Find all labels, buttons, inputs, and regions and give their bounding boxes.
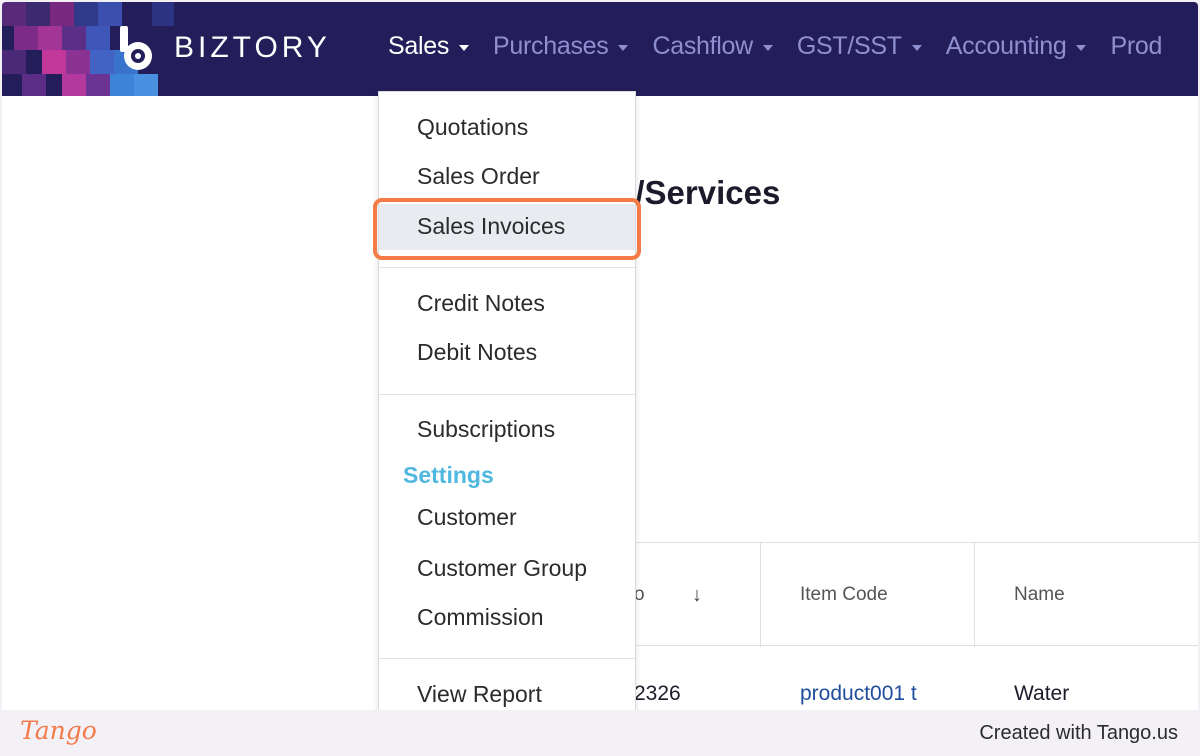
menu-item-sales-order[interactable]: Sales Order [417, 163, 540, 190]
nav-purchases[interactable]: Purchases [493, 32, 629, 61]
nav-cashflow[interactable]: Cashflow [652, 32, 773, 61]
header-col-id[interactable]: o ↓ [634, 543, 760, 647]
menu-divider [379, 394, 635, 395]
nav-cashflow-label: Cashflow [652, 32, 753, 60]
main-nav: Sales Purchases Cashflow GST/SST Account… [388, 32, 1186, 61]
menu-divider [379, 658, 635, 659]
menu-item-quotations[interactable]: Quotations [417, 114, 528, 141]
nav-gst-sst[interactable]: GST/SST [797, 32, 922, 61]
menu-item-commission[interactable]: Commission [417, 604, 544, 631]
menu-divider [379, 267, 635, 268]
page-title: s/Services [617, 174, 781, 211]
nav-sales-label: Sales [388, 32, 450, 60]
items-table: o ↓ Item Code Name 2326 product001 t Wat… [634, 542, 1198, 705]
chevron-down-icon [1076, 45, 1087, 51]
menu-item-debit-notes[interactable]: Debit Notes [417, 339, 537, 366]
header-col-name[interactable]: Name [1014, 543, 1065, 647]
tango-frame: BIZTORY Sales Purchases Cashflow GST/SST [0, 0, 1200, 756]
menu-item-credit-notes[interactable]: Credit Notes [417, 290, 545, 317]
tango-footer: Tango Created with Tango.us [0, 710, 1200, 756]
app-screen: BIZTORY Sales Purchases Cashflow GST/SST [2, 2, 1198, 710]
header-col-name-label: Name [1014, 584, 1065, 605]
menu-item-view-report[interactable]: View Report [417, 681, 542, 708]
nav-accounting-label: Accounting [945, 32, 1067, 60]
chevron-down-icon [911, 45, 922, 51]
tango-highlight-ring [373, 198, 641, 260]
header-col-item-code-label: Item Code [800, 584, 888, 605]
nav-sales[interactable]: Sales [388, 32, 470, 61]
biztory-logo[interactable]: BIZTORY [116, 24, 331, 72]
header-col-item-code[interactable]: Item Code [800, 543, 888, 647]
chevron-down-icon [762, 45, 773, 51]
menu-item-customer-group[interactable]: Customer Group [417, 555, 587, 582]
nav-purchases-label: Purchases [493, 32, 609, 60]
nav-accounting[interactable]: Accounting [946, 32, 1087, 61]
top-navbar: BIZTORY Sales Purchases Cashflow GST/SST [2, 2, 1198, 96]
arrow-down-icon[interactable]: ↓ [692, 584, 702, 607]
table-row[interactable]: 2326 product001 t Water [634, 652, 1198, 710]
tango-logo[interactable]: Tango [20, 716, 97, 745]
table-header: o ↓ Item Code Name [634, 542, 1198, 647]
nav-products[interactable]: Prod [1110, 32, 1162, 61]
row-item-code-link[interactable]: product001 t [800, 682, 917, 706]
brand-name: BIZTORY [174, 31, 331, 64]
biztory-logo-icon [116, 24, 166, 72]
nav-products-label: Prod [1110, 32, 1163, 60]
menu-item-subscriptions[interactable]: Subscriptions [417, 416, 555, 443]
menu-section-settings: Settings [403, 462, 494, 488]
nav-gst-sst-label: GST/SST [796, 32, 902, 60]
created-with-credit[interactable]: Created with Tango.us [979, 722, 1178, 745]
chevron-down-icon [618, 45, 629, 51]
chevron-down-icon [459, 45, 470, 51]
row-name: Water [1014, 682, 1070, 705]
column-divider [760, 543, 761, 647]
menu-item-customer[interactable]: Customer [417, 504, 517, 531]
row-id: 2326 [634, 682, 681, 705]
column-divider [974, 543, 975, 647]
sales-dropdown-menu: Quotations Sales Order Sales Invoices Cr… [378, 91, 636, 710]
